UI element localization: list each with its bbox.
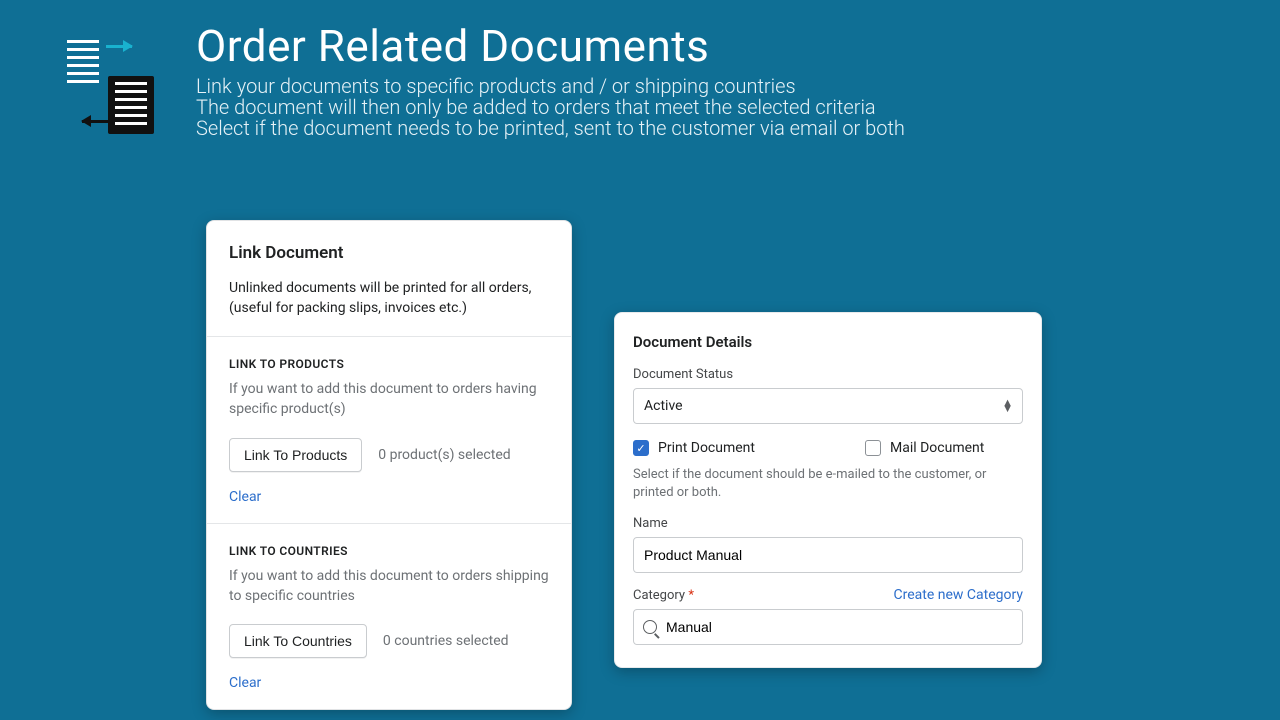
link-to-products-heading: LINK TO PRODUCTS [229, 357, 549, 371]
status-select[interactable]: Active [633, 388, 1023, 424]
clear-products-link[interactable]: Clear [229, 489, 261, 505]
mail-document-label: Mail Document [890, 440, 984, 456]
category-search-input[interactable] [633, 609, 1023, 645]
link-to-countries-heading: LINK TO COUNTRIES [229, 544, 549, 558]
name-label: Name [633, 516, 1023, 531]
header-text: Order Related Documents Link your docume… [196, 18, 905, 139]
page-subtitle-1: Link your documents to specific products… [196, 76, 905, 97]
print-document-label: Print Document [658, 440, 755, 456]
document-details-card: Document Details Document Status Active … [614, 312, 1042, 668]
document-details-title: Document Details [633, 333, 1023, 351]
link-document-title: Link Document [229, 243, 549, 263]
status-select-value: Active [644, 398, 683, 414]
page-subtitle-2: The document will then only be added to … [196, 97, 905, 118]
print-document-checkbox[interactable]: ✓ Print Document [633, 440, 755, 456]
checkbox-checked-icon: ✓ [633, 440, 649, 456]
link-to-products-desc: If you want to add this document to orde… [229, 379, 549, 420]
mail-document-checkbox[interactable]: Mail Document [865, 440, 984, 456]
create-category-link[interactable]: Create new Category [894, 587, 1023, 603]
products-selected-count: 0 product(s) selected [378, 447, 510, 463]
clear-countries-link[interactable]: Clear [229, 675, 261, 691]
app-logo-icon [60, 34, 154, 134]
checkbox-unchecked-icon [865, 440, 881, 456]
name-input[interactable] [633, 537, 1023, 573]
link-document-card: Link Document Unlinked documents will be… [206, 220, 572, 710]
countries-selected-count: 0 countries selected [383, 633, 509, 649]
status-label: Document Status [633, 367, 1023, 382]
page-title: Order Related Documents [196, 20, 905, 72]
link-to-products-section: LINK TO PRODUCTS If you want to add this… [207, 336, 571, 523]
link-to-countries-button[interactable]: Link To Countries [229, 624, 367, 658]
link-document-intro: Unlinked documents will be printed for a… [229, 279, 549, 318]
search-icon [643, 620, 657, 634]
category-label: Category * [633, 588, 694, 603]
link-to-products-button[interactable]: Link To Products [229, 438, 362, 472]
delivery-hint: Select if the document should be e-maile… [633, 466, 1023, 502]
chevron-updown-icon: ▲▼ [1002, 400, 1013, 412]
page-header: Order Related Documents Link your docume… [0, 0, 1280, 139]
page-subtitle-3: Select if the document needs to be print… [196, 118, 905, 139]
link-to-countries-section: LINK TO COUNTRIES If you want to add thi… [207, 523, 571, 710]
link-to-countries-desc: If you want to add this document to orde… [229, 566, 549, 607]
